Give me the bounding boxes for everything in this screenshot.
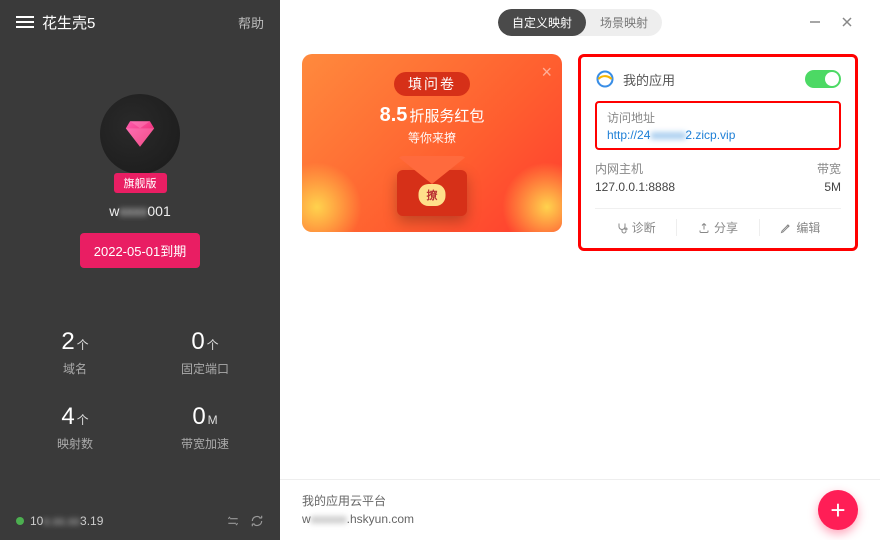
host-col: 内网主机 127.0.0.1:8888 bbox=[595, 160, 781, 194]
cloud-platform-info: 我的应用云平台 wxxxxxx.hskyun.com bbox=[302, 492, 414, 528]
ie-icon bbox=[595, 69, 615, 89]
topbar: 自定义映射 场景映射 bbox=[280, 0, 880, 44]
profile: 旗舰版 wxxxx001 2022-05-01到期 bbox=[0, 94, 280, 268]
promo-close-icon[interactable]: × bbox=[541, 62, 552, 83]
enable-toggle[interactable] bbox=[805, 70, 841, 88]
promo-line1: 8.5折服务红包 bbox=[302, 104, 562, 127]
edit-button[interactable]: 编辑 bbox=[760, 219, 841, 236]
stat-ports[interactable]: 0个固定端口 bbox=[140, 328, 270, 377]
edition-badge: 旗舰版 bbox=[114, 173, 167, 193]
card-actions: 诊断 分享 编辑 bbox=[595, 208, 841, 236]
stats-grid: 2个域名 0个固定端口 4个映射数 0M带宽加速 bbox=[0, 328, 280, 478]
host-value: 127.0.0.1:8888 bbox=[595, 180, 781, 194]
pencil-icon bbox=[780, 222, 792, 234]
main-panel: 自定义映射 场景映射 × 填问卷 8.5折服务红包 等你来撩 撩 我的应用 访问… bbox=[280, 0, 880, 540]
help-button[interactable]: 帮助 bbox=[238, 13, 264, 32]
sidebar: 花生壳5 帮助 旗舰版 wxxxx001 2022-05-01到期 2个域名 0… bbox=[0, 0, 280, 540]
sidebar-footer: 10x.xx.xx3.19 bbox=[0, 502, 280, 540]
stat-domains[interactable]: 2个域名 bbox=[10, 328, 140, 377]
bandwidth-col: 带宽 5M bbox=[781, 160, 841, 194]
stat-bandwidth[interactable]: 0M带宽加速 bbox=[140, 403, 270, 452]
mapping-tabs: 自定义映射 场景映射 bbox=[498, 9, 662, 36]
share-icon bbox=[698, 222, 710, 234]
card-info-row: 内网主机 127.0.0.1:8888 带宽 5M bbox=[595, 160, 841, 194]
promo-banner[interactable]: × 填问卷 8.5折服务红包 等你来撩 撩 bbox=[302, 54, 562, 232]
username: wxxxx001 bbox=[0, 203, 280, 219]
menu-icon[interactable] bbox=[16, 16, 34, 28]
plus-icon: + bbox=[830, 495, 845, 526]
promo-line2: 等你来撩 bbox=[302, 129, 562, 146]
content-area: × 填问卷 8.5折服务红包 等你来撩 撩 我的应用 访问地址 http://2… bbox=[280, 44, 880, 479]
promo-title: 填问卷 bbox=[394, 72, 470, 96]
card-header: 我的应用 bbox=[595, 69, 841, 89]
tab-custom-mapping[interactable]: 自定义映射 bbox=[498, 9, 586, 36]
swap-icon[interactable] bbox=[226, 514, 240, 528]
share-button[interactable]: 分享 bbox=[676, 219, 759, 236]
platform-label: 我的应用云平台 bbox=[302, 492, 414, 510]
stat-mappings[interactable]: 4个映射数 bbox=[10, 403, 140, 452]
status-dot-icon bbox=[16, 517, 24, 525]
bottom-bar: 我的应用云平台 wxxxxxx.hskyun.com + bbox=[280, 479, 880, 540]
add-mapping-button[interactable]: + bbox=[818, 490, 858, 530]
envelope-icon: 撩 bbox=[397, 156, 467, 216]
envelope-button[interactable]: 撩 bbox=[419, 184, 446, 206]
card-title: 我的应用 bbox=[623, 70, 675, 89]
minimize-button[interactable] bbox=[800, 7, 830, 37]
expiry-badge[interactable]: 2022-05-01到期 bbox=[80, 233, 201, 268]
tab-scene-mapping[interactable]: 场景映射 bbox=[586, 9, 662, 36]
avatar[interactable] bbox=[100, 94, 180, 174]
address-box: 访问地址 http://24xxxxxxx2.zicp.vip bbox=[595, 101, 841, 150]
platform-domain[interactable]: wxxxxxx.hskyun.com bbox=[302, 510, 414, 528]
close-button[interactable] bbox=[832, 7, 862, 37]
address-label: 访问地址 bbox=[607, 109, 829, 126]
mapping-card: 我的应用 访问地址 http://24xxxxxxx2.zicp.vip 内网主… bbox=[578, 54, 858, 251]
sidebar-header: 花生壳5 帮助 bbox=[0, 0, 280, 44]
diamond-icon bbox=[123, 117, 157, 151]
stethoscope-icon bbox=[616, 222, 628, 234]
diagnose-button[interactable]: 诊断 bbox=[595, 219, 676, 236]
app-title: 花生壳5 bbox=[42, 12, 95, 33]
ip-address: 10x.xx.xx3.19 bbox=[30, 514, 103, 528]
address-link[interactable]: http://24xxxxxxx2.zicp.vip bbox=[607, 128, 829, 142]
refresh-icon[interactable] bbox=[250, 514, 264, 528]
bandwidth-value: 5M bbox=[781, 180, 841, 194]
